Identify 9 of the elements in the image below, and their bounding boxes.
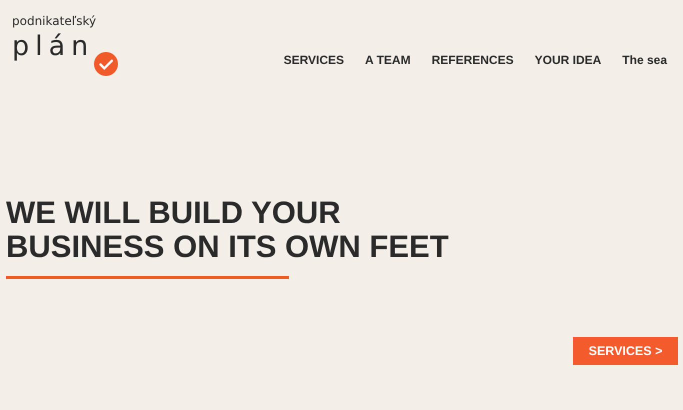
nav-link[interactable]: The sea <box>622 51 667 69</box>
checkmark-icon <box>94 52 118 76</box>
nav-link[interactable]: YOUR IDEA <box>534 51 602 69</box>
nav-link[interactable]: SERVICES <box>284 51 344 69</box>
nav-link[interactable]: REFERENCES <box>432 51 514 69</box>
nav-link[interactable]: A TEAM <box>365 51 411 69</box>
logo-wordmark: plán <box>12 30 94 64</box>
logo-tagline: podnikateľský <box>12 14 98 28</box>
hero-headline: WE WILL BUILD YOUR BUSINESS ON ITS OWN FEET <box>6 196 450 264</box>
